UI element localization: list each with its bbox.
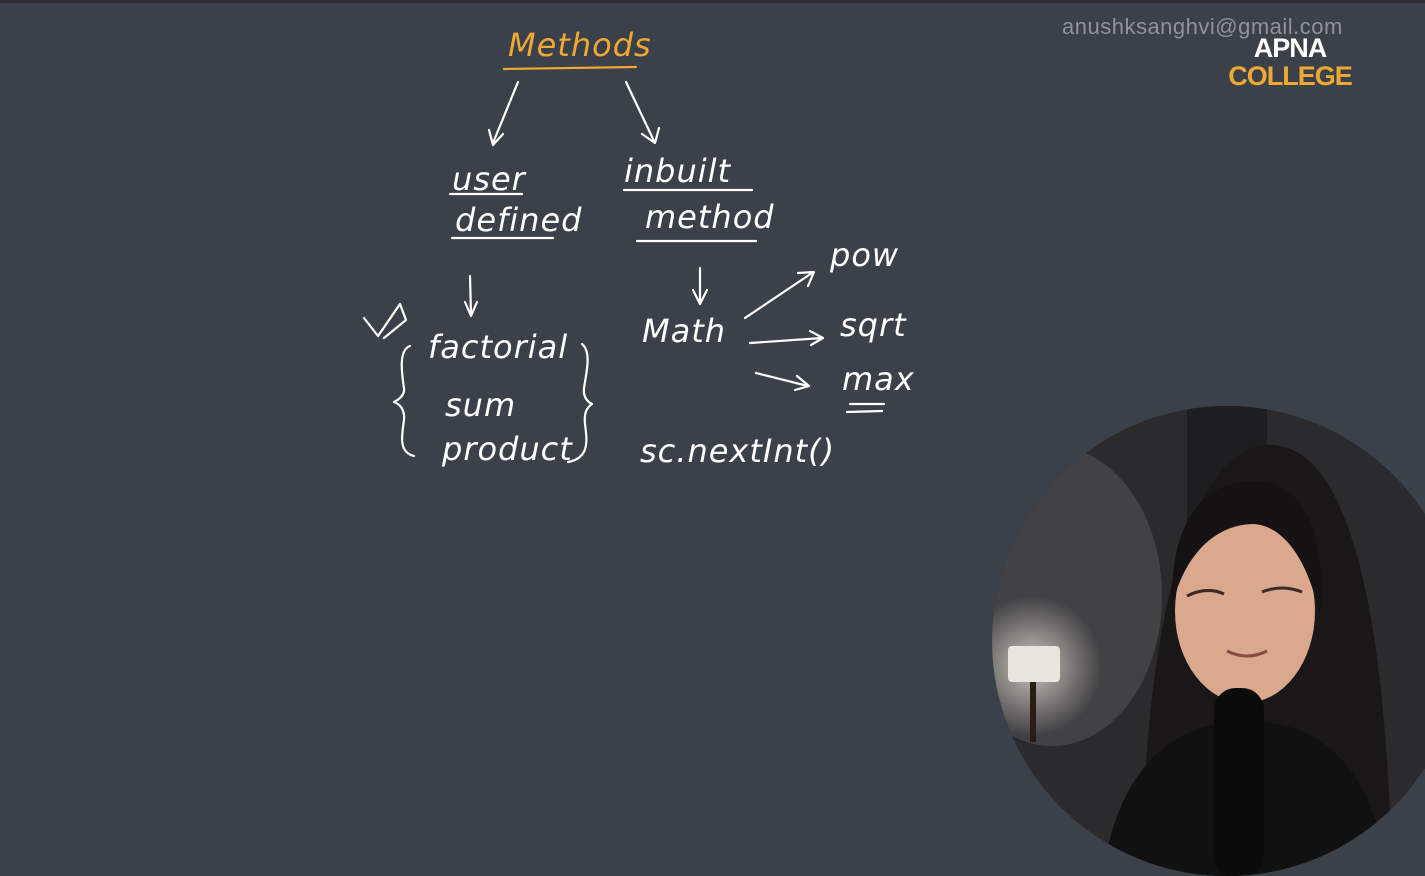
root-underline xyxy=(502,65,638,71)
scanner-example: sc.nextInt() xyxy=(640,432,835,470)
root-node-methods: Methods xyxy=(508,26,652,64)
arrow-down-user xyxy=(463,274,479,318)
logo-line1: APNA xyxy=(1253,33,1328,63)
math-method-pow: pow xyxy=(829,236,899,274)
user-defined-line1: user xyxy=(452,160,527,198)
arrow-down-inbuilt xyxy=(691,266,709,306)
inbuilt-line2: method xyxy=(645,198,775,236)
arrow-to-user-defined xyxy=(487,80,520,147)
check-icon xyxy=(362,302,408,340)
user-defined-line2: defined xyxy=(455,201,582,239)
max-underline-2 xyxy=(845,409,884,414)
arrow-to-max xyxy=(754,371,811,392)
inbuilt-line1: inbuilt xyxy=(624,152,732,190)
apna-college-logo: APNA COLLEGE xyxy=(1228,33,1353,91)
arrow-to-pow xyxy=(743,270,816,320)
example-factorial: factorial xyxy=(428,328,568,366)
example-sum: sum xyxy=(445,386,516,424)
left-brace xyxy=(392,344,416,458)
math-method-sqrt: sqrt xyxy=(840,306,907,344)
math-class: Math xyxy=(642,312,726,350)
logo-line2: COLLEGE xyxy=(1228,61,1353,91)
arrow-to-sqrt xyxy=(748,329,825,347)
example-product: product xyxy=(441,430,573,468)
math-method-max: max xyxy=(842,360,915,398)
arrow-to-inbuilt xyxy=(624,80,661,145)
